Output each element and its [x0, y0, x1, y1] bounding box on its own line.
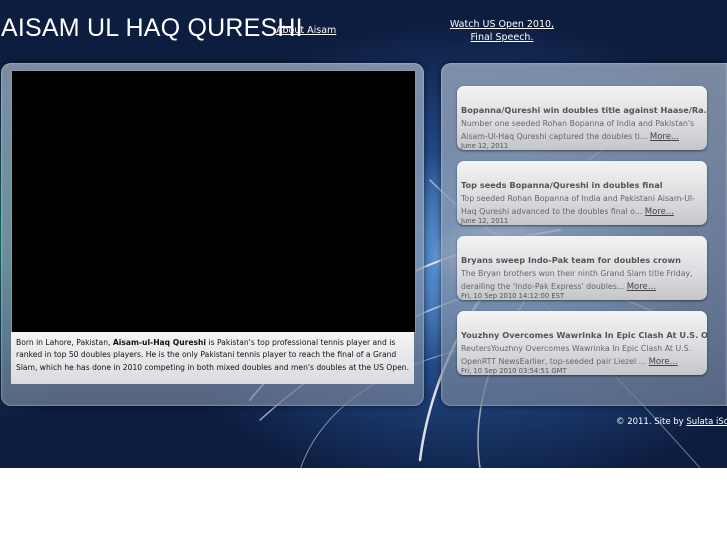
news-item[interactable]: Bopanna/Qureshi win doubles title agains… [457, 86, 707, 150]
about-aisam-link[interactable]: About Aisam [276, 25, 336, 36]
news-summary: Top seeded Rohan Bopanna of India and Pa… [461, 193, 707, 218]
news-headline[interactable]: Top seeds Bopanna/Qureshi in doubles fin… [461, 180, 707, 190]
more-link[interactable]: More... [645, 207, 674, 217]
news-summary: Number one seeded Rohan Bopanna of India… [461, 118, 707, 143]
us-open-link-line2: Final Speech. [470, 32, 534, 43]
news-date: June 12, 2011 [461, 142, 509, 150]
news-date: Fri, 10 Sep 2010 03:54:51 GMT [461, 367, 567, 375]
page-background: AISAM UL HAQ QURESHI About Aisam Watch U… [0, 0, 727, 468]
more-link[interactable]: More... [649, 357, 678, 367]
site-credit-link[interactable]: Sulata iSoft. [686, 417, 727, 427]
news-panel: Bopanna/Qureshi win doubles title agains… [441, 63, 727, 406]
bio-prefix: Born in Lahore, Pakistan, [16, 338, 111, 347]
site-title: AISAM UL HAQ QURESHI [1, 14, 303, 42]
news-date: Fri, 10 Sep 2010 14:12:00 EST [461, 292, 565, 300]
news-item[interactable]: Bryans sweep Indo-Pak team for doubles c… [457, 236, 707, 300]
news-headline[interactable]: Bryans sweep Indo-Pak team for doubles c… [461, 255, 707, 265]
footer: © 2011. Site by Sulata iSoft. [616, 417, 727, 427]
news-summary-text: The Bryan brothers won their ninth Grand… [461, 269, 693, 291]
news-summary: ReutersYouzhny Overcomes Wawrinka In Epi… [461, 343, 707, 368]
more-link[interactable]: More... [627, 282, 656, 292]
news-headline[interactable]: Bopanna/Qureshi win doubles title agains… [461, 105, 707, 115]
bio-name: Aisam-ul-Haq Qureshi [112, 338, 207, 347]
bio-text: Born in Lahore, Pakistan, Aisam-ul-Haq Q… [11, 332, 414, 384]
video-player[interactable] [11, 70, 416, 333]
news-headline[interactable]: Youzhny Overcomes Wawrinka In Epic Clash… [461, 330, 707, 340]
video-panel: Born in Lahore, Pakistan, Aisam-ul-Haq Q… [1, 63, 424, 406]
more-link[interactable]: More... [650, 132, 679, 142]
news-item[interactable]: Top seeds Bopanna/Qureshi in doubles fin… [457, 161, 707, 225]
news-date: June 12, 2011 [461, 217, 509, 225]
news-item[interactable]: Youzhny Overcomes Wawrinka In Epic Clash… [457, 311, 707, 375]
us-open-speech-link[interactable]: Watch US Open 2010, Final Speech. [442, 18, 562, 44]
us-open-link-line1: Watch US Open 2010, [449, 19, 555, 30]
copyright-text: © 2011. Site by [616, 417, 684, 427]
news-summary: The Bryan brothers won their ninth Grand… [461, 268, 707, 293]
